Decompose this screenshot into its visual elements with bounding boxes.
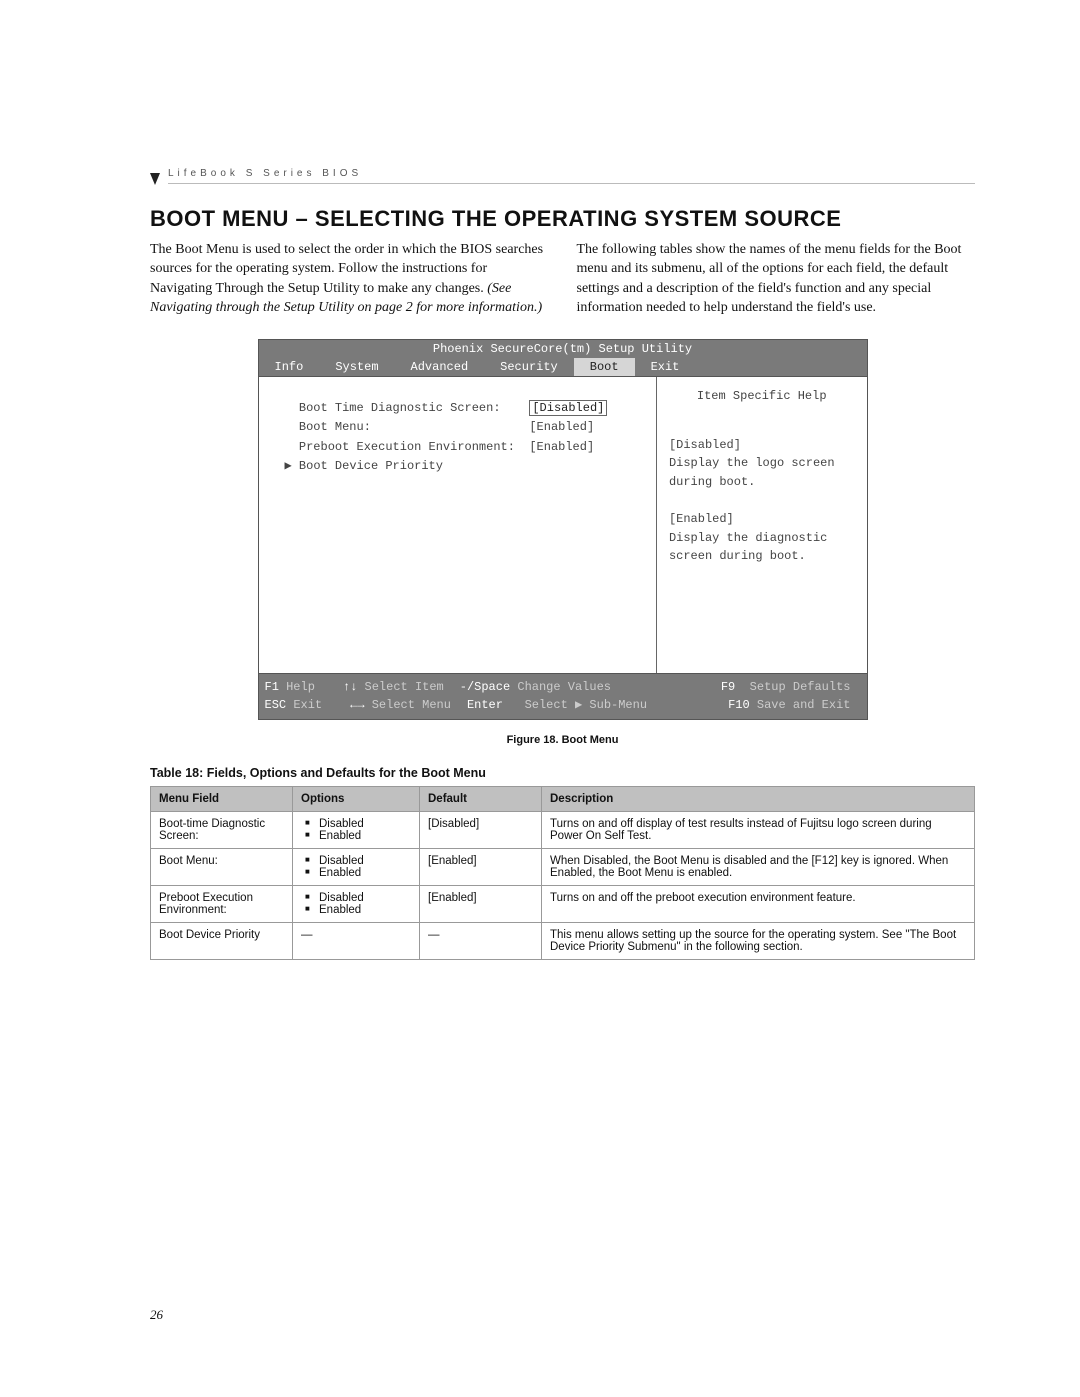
bios-tab-exit: Exit	[635, 358, 696, 376]
running-header-text: LifeBook S Series BIOS	[168, 168, 975, 184]
table-caption: Table 18: Fields, Options and Defaults f…	[150, 766, 975, 780]
cell-default: [Disabled]	[420, 812, 542, 849]
table-row: Boot Device Priority——This menu allows s…	[151, 923, 975, 960]
cell-default: —	[420, 923, 542, 960]
footer-val: Exit	[293, 698, 322, 712]
cell-menu-field: Boot-time Diagnostic Screen:	[151, 812, 293, 849]
triangle-down-icon	[150, 173, 160, 185]
table-row: Preboot Execution Environment:DisabledEn…	[151, 886, 975, 923]
option-item: Enabled	[305, 904, 411, 916]
intro-left-text: The Boot Menu is used to select the orde…	[150, 242, 543, 296]
footer-key-f1: F1	[265, 680, 279, 694]
table-body: Boot-time Diagnostic Screen:DisabledEnab…	[151, 812, 975, 960]
footer-val: Help	[286, 680, 315, 694]
bios-body: Boot Time Diagnostic Screen: [Disabled] …	[258, 377, 868, 674]
footer-key: ↑↓	[343, 680, 357, 694]
footer-key-esc: ESC	[265, 698, 287, 712]
cell-description: Turns on and off display of test results…	[542, 812, 975, 849]
footer-key: F9	[721, 680, 735, 694]
cell-options: DisabledEnabled	[293, 886, 420, 923]
bios-tabs: Info System Advanced Security Boot Exit	[258, 358, 868, 377]
footer-key: Enter	[467, 698, 503, 712]
page: LifeBook S Series BIOS BOOT MENU – SELEC…	[0, 0, 1080, 1397]
footer-val: Select ▶ Sub-Menu	[525, 698, 647, 712]
cell-options: —	[293, 923, 420, 960]
intro-right: The following tables show the names of t…	[577, 240, 976, 317]
th-default: Default	[420, 787, 542, 812]
option-item: Disabled	[305, 855, 411, 867]
option-item: Enabled	[305, 830, 411, 842]
cell-description: Turns on and off the preboot execution e…	[542, 886, 975, 923]
table-header-row: Menu Field Options Default Description	[151, 787, 975, 812]
bios-tab-info: Info	[259, 358, 320, 376]
th-description: Description	[542, 787, 975, 812]
cell-menu-field: Boot Device Priority	[151, 923, 293, 960]
running-header: LifeBook S Series BIOS	[150, 168, 975, 184]
footer-key: -/Space	[460, 680, 510, 694]
page-title: BOOT MENU – SELECTING THE OPERATING SYST…	[150, 206, 975, 232]
bios-title: Phoenix SecureCore(tm) Setup Utility	[258, 339, 868, 358]
bios-help-body: [Disabled] Display the logo screen durin…	[669, 436, 855, 566]
th-options: Options	[293, 787, 420, 812]
figure-caption: Figure 18. Boot Menu	[150, 734, 975, 746]
cell-default: [Enabled]	[420, 849, 542, 886]
bios-figure: Phoenix SecureCore(tm) Setup Utility Inf…	[258, 339, 868, 720]
bios-footer: F1 Help ↑↓ Select Item -/Space Change Va…	[258, 674, 868, 720]
option-item: Disabled	[305, 818, 411, 830]
cell-default: [Enabled]	[420, 886, 542, 923]
fields-table: Menu Field Options Default Description B…	[150, 786, 975, 960]
footer-val: Setup Defaults	[750, 680, 851, 694]
bios-help-title: Item Specific Help	[669, 387, 855, 406]
cell-options: DisabledEnabled	[293, 812, 420, 849]
page-number: 26	[150, 1307, 163, 1323]
bios-tab-advanced: Advanced	[395, 358, 485, 376]
bios-left-pane: Boot Time Diagnostic Screen: [Disabled] …	[259, 377, 657, 673]
option-item: Enabled	[305, 867, 411, 879]
table-row: Boot Menu:DisabledEnabled[Enabled]When D…	[151, 849, 975, 886]
th-menu-field: Menu Field	[151, 787, 293, 812]
intro-columns: The Boot Menu is used to select the orde…	[150, 240, 975, 317]
footer-key: ←→	[350, 698, 364, 712]
cell-menu-field: Preboot Execution Environment:	[151, 886, 293, 923]
option-item: Disabled	[305, 892, 411, 904]
footer-val: Select Menu	[372, 698, 451, 712]
intro-left: The Boot Menu is used to select the orde…	[150, 240, 549, 317]
cell-options: DisabledEnabled	[293, 849, 420, 886]
bios-tab-boot: Boot	[574, 358, 635, 376]
cell-menu-field: Boot Menu:	[151, 849, 293, 886]
footer-val: Change Values	[517, 680, 611, 694]
footer-key: F10	[728, 698, 750, 712]
footer-val: Select Item	[365, 680, 444, 694]
cell-description: This menu allows setting up the source f…	[542, 923, 975, 960]
footer-val: Save and Exit	[757, 698, 851, 712]
bios-help-pane: Item Specific Help [Disabled] Display th…	[657, 377, 867, 673]
table-row: Boot-time Diagnostic Screen:DisabledEnab…	[151, 812, 975, 849]
bios-tab-system: System	[319, 358, 394, 376]
bios-tab-security: Security	[484, 358, 574, 376]
cell-description: When Disabled, the Boot Menu is disabled…	[542, 849, 975, 886]
